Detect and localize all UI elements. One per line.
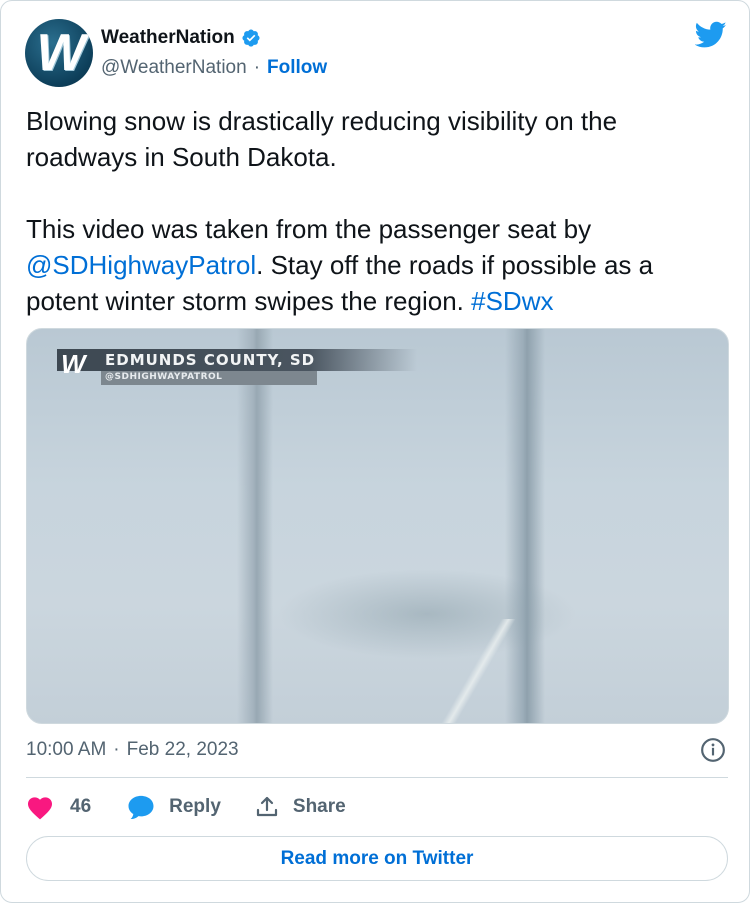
separator-dot: · [113,739,120,760]
share-icon [256,796,277,817]
avatar-logo: W [36,24,85,82]
share-label: Share [292,796,346,817]
hashtag-link[interactable]: #SDwx [471,286,553,316]
verified-badge-icon [242,29,260,47]
follow-button[interactable]: Follow [267,57,327,79]
tweet-date[interactable]: Feb 22, 2023 [127,739,239,761]
like-count: 46 [70,796,92,817]
tweet-card: W WeatherNation @WeatherNation · Follow … [0,0,750,903]
heart-icon [27,797,53,820]
separator-dot: · [253,57,261,78]
mention-link[interactable]: @SDHighwayPatrol [26,250,256,280]
avatar[interactable]: W [25,19,93,87]
author-name[interactable]: WeatherNation [101,27,235,49]
share-button[interactable]: Share [255,794,346,820]
weathernation-logo: W [61,349,86,379]
handle-row: @WeatherNation · Follow [101,57,327,79]
reply-button[interactable]: Reply [127,794,221,820]
tweet-text: Blowing snow is drastically reducing vis… [26,103,726,319]
tweet-line-1: Blowing snow is drastically reducing vis… [26,106,625,172]
credit-bar: @SDHIGHWAYPATROL [101,371,317,385]
read-more-button[interactable]: Read more on Twitter [26,836,728,881]
author-name-row: WeatherNation [101,27,261,49]
twitter-bird-icon[interactable] [695,21,727,49]
tweet-line-2-prefix: This video was taken from the passenger … [26,214,599,244]
video-credit: @SDHIGHWAYPATROL [105,372,223,382]
video-player[interactable]: W EDMUNDS COUNTY, SD @SDHIGHWAYPATROL [26,328,729,724]
like-button[interactable]: 46 [26,794,91,820]
divider [26,777,728,778]
action-bar: 46 Reply Share [26,791,346,823]
windshield-pillar-left [237,329,273,723]
location-title: EDMUNDS COUNTY, SD [105,351,316,369]
author-handle[interactable]: @WeatherNation [101,57,247,79]
fog-area [277,569,577,659]
timestamp-row: 10:00 AM · Feb 22, 2023 [26,737,726,763]
tweet-time[interactable]: 10:00 AM [26,739,106,761]
reply-bubble-icon [128,795,154,820]
reply-label: Reply [169,796,221,817]
info-icon[interactable] [700,737,726,763]
road-line [437,619,517,723]
